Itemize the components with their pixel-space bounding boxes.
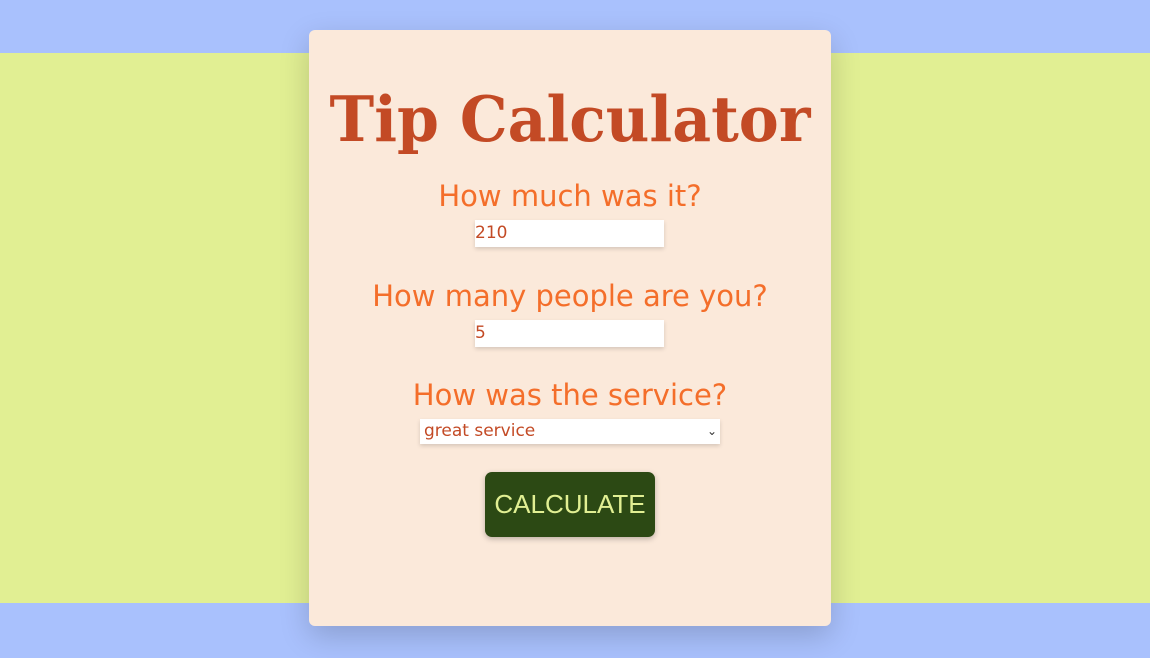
chevron-down-icon: ⌄: [706, 424, 717, 438]
calculate-button[interactable]: CALCULATE: [485, 472, 655, 537]
bill-amount-input[interactable]: 210: [475, 220, 664, 247]
tip-calculator-card: Tip Calculator How much was it? 210 How …: [309, 30, 831, 626]
people-count-input[interactable]: 5: [475, 320, 664, 347]
bill-amount-label: How much was it?: [438, 179, 702, 213]
service-quality-label: How was the service?: [412, 378, 728, 412]
service-quality-select[interactable]: great service ⌄: [420, 419, 720, 444]
page-title: Tip Calculator: [329, 83, 811, 157]
people-count-label: How many people are you?: [372, 279, 768, 313]
service-quality-selected-value: great service: [424, 421, 536, 441]
